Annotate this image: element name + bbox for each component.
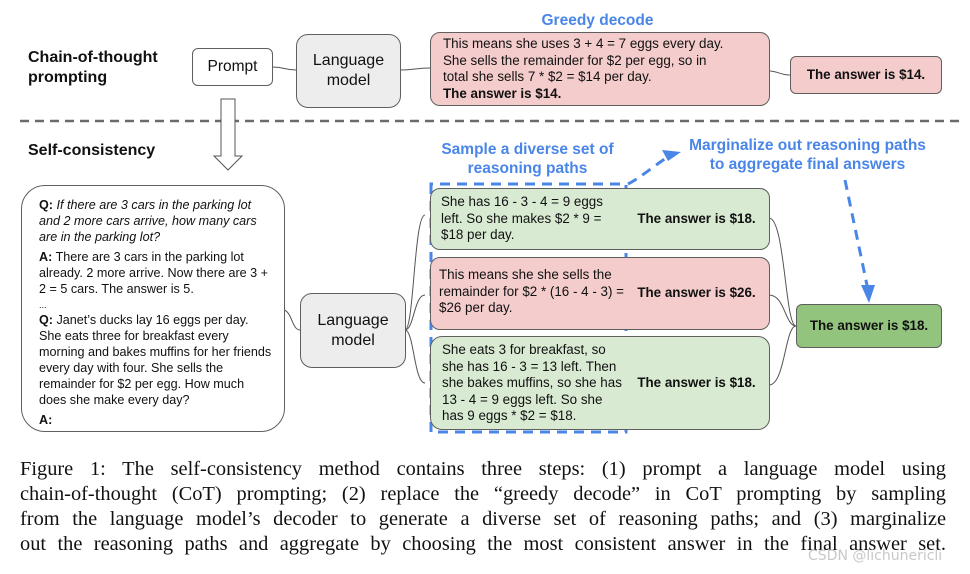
reasoning-path-2: This means she she sells the remainder f… <box>430 257 770 330</box>
figure-caption: Figure 1: The self-consistency method co… <box>20 457 946 557</box>
greedy-decode-title: Greedy decode <box>541 12 654 29</box>
prompt-q1: Q: If there are 3 cars in the parking lo… <box>39 197 272 245</box>
language-model-box-top: Language model <box>296 34 401 108</box>
lm-top-label-line2: model <box>326 72 371 89</box>
cot-section-label: Chain-of-thought prompting <box>28 48 158 88</box>
connector-lm-to-greedy <box>399 67 431 71</box>
greedy-decode-box: This means she uses 3 + 4 = 7 eggs every… <box>430 32 770 106</box>
marginalize-arrow-line <box>627 152 673 186</box>
greedy-text-line2: She sells the remainder for $2 per egg, … <box>443 52 707 68</box>
caption-line-1: Figure 1: The self-consistency method co… <box>20 458 946 480</box>
language-model-box-bottom: Language model <box>300 293 406 368</box>
connector-prompt-to-lm-bottom <box>283 309 301 331</box>
aggregate-arrow-line <box>843 179 870 291</box>
final-answer-label: The answer is $18. <box>809 317 929 333</box>
aggregate-arrow-head-icon <box>861 285 875 303</box>
prompt-ellipsis: ... <box>39 300 47 310</box>
reasoning-path-3: She eats 3 for breakfast, so she has 16 … <box>430 336 770 430</box>
a1-label: A: <box>39 250 53 264</box>
caption-line-3: from the language model’s decoder to gen… <box>20 508 946 530</box>
down-arrow-icon <box>212 98 244 171</box>
connector-path-3-to-final <box>768 325 797 386</box>
connector-prompt-to-lm <box>271 66 297 71</box>
sample-title-line1: Sample a diverse set of <box>441 141 614 158</box>
lm-bottom-label-line2: model <box>331 331 375 349</box>
marginalize-title-line1: Marginalize out reasoning paths <box>689 137 926 154</box>
path-1-answer-cell: The answer is $18. <box>624 189 769 249</box>
cot-label-line1: Chain-of-thought <box>28 49 158 66</box>
path-3-answer-cell: The answer is $18. <box>624 337 769 429</box>
path-1-reasoning: She has 16 - 3 - 4 = 9 eggs left. So she… <box>441 194 603 242</box>
greedy-inline-answer: The answer is $14. <box>443 85 562 101</box>
prompt-box-label: Prompt <box>207 57 258 75</box>
marginalize-title-line2: to aggregate final answers <box>709 156 906 173</box>
final-answer-box: The answer is $18. <box>796 304 942 348</box>
path-2-answer-cell: The answer is $26. <box>624 258 769 329</box>
path-2-answer: The answer is $26. <box>637 285 756 301</box>
q2-text: Janet’s ducks lay 16 eggs per day. She e… <box>39 313 272 407</box>
greedy-answer-label: The answer is $14. <box>806 66 926 82</box>
lm-bottom-label-line1: Language <box>317 311 389 329</box>
a1-text: There are 3 cars in the parking lot alre… <box>39 250 269 296</box>
self-consistency-section-label: Self-consistency <box>28 142 156 159</box>
path-3-answer: The answer is $18. <box>637 374 756 390</box>
prompt-box: Prompt <box>192 48 273 86</box>
sample-title-line2: reasoning paths <box>467 160 588 177</box>
path-1-answer: The answer is $18. <box>637 210 756 226</box>
q1-text: If there are 3 cars in the parking lot a… <box>39 198 257 244</box>
watermark: CSDN @lichunericli <box>808 548 943 564</box>
greedy-text-line3: total she sells 7 * $2 = $14 per day. <box>443 69 652 84</box>
prompt-a2: A: <box>39 412 272 428</box>
few-shot-prompt-box: Q: If there are 3 cars in the parking lo… <box>21 185 285 432</box>
connector-lm-to-path-1 <box>404 214 426 331</box>
q1-label: Q: <box>39 198 53 212</box>
greedy-text-line1: This means she uses 3 + 4 = 7 eggs every… <box>443 36 724 51</box>
connector-path-1-to-final <box>768 217 797 327</box>
greedy-answer-box: The answer is $14. <box>790 56 942 94</box>
prompt-q2: Q: Janet’s ducks lay 16 eggs per day. Sh… <box>39 312 272 408</box>
sample-paths-title: Sample a diverse set of reasoning paths <box>425 140 630 178</box>
lm-top-label-line1: Language <box>312 52 385 69</box>
q2-label: Q: <box>39 313 53 327</box>
path-2-reasoning: This means she she sells the remainder f… <box>439 267 624 315</box>
connector-greedy-to-answer <box>768 70 791 76</box>
a2-label: A: <box>39 413 53 427</box>
caption-line-2: chain-of-thought (CoT) prompting; (2) re… <box>20 483 946 505</box>
marginalize-title: Marginalize out reasoning paths to aggre… <box>675 136 940 174</box>
path-3-reasoning: She eats 3 for breakfast, so she has 16 … <box>442 342 622 423</box>
cot-label-line2: prompting <box>28 69 108 86</box>
prompt-a1: A: There are 3 cars in the parking lot a… <box>39 249 272 297</box>
connector-lm-to-path-3 <box>404 329 426 384</box>
reasoning-path-1: She has 16 - 3 - 4 = 9 eggs left. So she… <box>430 188 770 250</box>
